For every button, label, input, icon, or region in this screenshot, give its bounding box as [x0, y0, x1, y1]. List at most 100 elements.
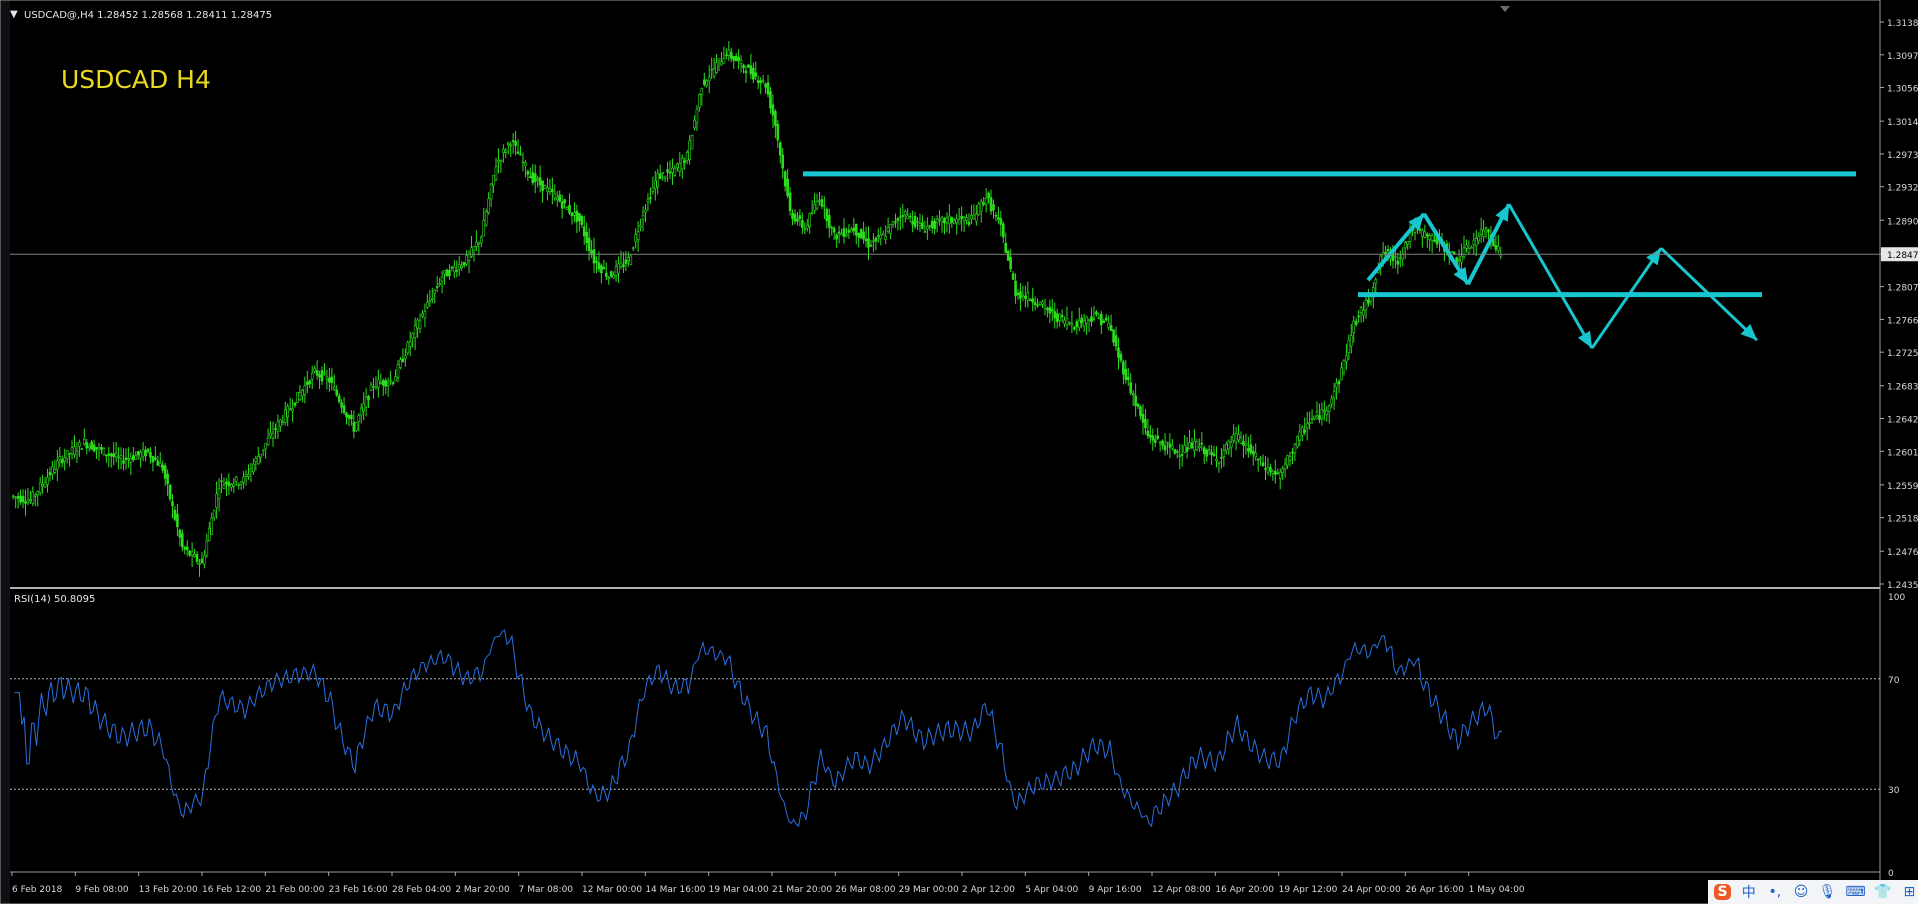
- candle[interactable]: [911, 210, 914, 233]
- rsi-panel[interactable]: 100 70 30 0: [10, 593, 1905, 879]
- candle[interactable]: [1001, 221, 1005, 243]
- candle[interactable]: [1310, 409, 1314, 425]
- candle[interactable]: [1401, 247, 1405, 267]
- candle[interactable]: [786, 169, 789, 199]
- candle[interactable]: [1462, 235, 1466, 260]
- candle[interactable]: [421, 310, 424, 318]
- candle[interactable]: [247, 464, 250, 480]
- candle[interactable]: [989, 189, 993, 215]
- candle[interactable]: [330, 368, 334, 391]
- candle[interactable]: [482, 208, 486, 237]
- candle[interactable]: [1460, 243, 1463, 273]
- candle[interactable]: [840, 228, 843, 236]
- candle[interactable]: [629, 253, 633, 265]
- candle[interactable]: [565, 205, 569, 210]
- candle[interactable]: [1205, 448, 1208, 462]
- candle[interactable]: [830, 225, 834, 236]
- candle[interactable]: [374, 376, 378, 390]
- candle[interactable]: [1122, 359, 1125, 385]
- candle[interactable]: [249, 462, 253, 483]
- candle[interactable]: [759, 77, 762, 95]
- candle[interactable]: [631, 246, 635, 252]
- candle[interactable]: [1153, 434, 1157, 448]
- candle[interactable]: [646, 193, 650, 211]
- candle[interactable]: [134, 451, 138, 460]
- candle[interactable]: [122, 448, 125, 471]
- candle[interactable]: [369, 381, 373, 392]
- candle[interactable]: [854, 223, 858, 245]
- candle[interactable]: [732, 55, 736, 69]
- candle[interactable]: [171, 494, 174, 519]
- candle[interactable]: [1349, 323, 1353, 354]
- candle[interactable]: [609, 270, 613, 279]
- candle[interactable]: [791, 209, 794, 226]
- candle[interactable]: [242, 471, 245, 489]
- candle[interactable]: [220, 473, 223, 493]
- candle[interactable]: [658, 164, 662, 180]
- candle[interactable]: [1063, 316, 1066, 328]
- candle[interactable]: [1102, 318, 1106, 324]
- candle[interactable]: [823, 196, 826, 220]
- candle[interactable]: [1058, 313, 1061, 327]
- candle[interactable]: [563, 198, 566, 209]
- sogou-logo-icon[interactable]: S: [1714, 884, 1732, 900]
- candle[interactable]: [960, 206, 963, 232]
- candle[interactable]: [955, 213, 959, 235]
- candle[interactable]: [1303, 417, 1307, 436]
- candle[interactable]: [1166, 441, 1169, 455]
- candle[interactable]: [734, 52, 738, 62]
- candle[interactable]: [426, 293, 429, 309]
- candle[interactable]: [1060, 309, 1064, 323]
- candle[interactable]: [1028, 298, 1032, 302]
- candle[interactable]: [1227, 439, 1231, 456]
- candle[interactable]: [288, 397, 292, 411]
- candle[interactable]: [1092, 305, 1096, 322]
- candle[interactable]: [283, 401, 287, 426]
- candle[interactable]: [1283, 458, 1287, 478]
- candle[interactable]: [423, 303, 427, 328]
- candle[interactable]: [957, 207, 961, 225]
- candle[interactable]: [570, 212, 574, 225]
- candle[interactable]: [1450, 250, 1454, 253]
- candle[interactable]: [999, 210, 1003, 237]
- candle[interactable]: [318, 370, 321, 390]
- candle[interactable]: [254, 455, 258, 471]
- candle[interactable]: [1394, 249, 1397, 269]
- candle[interactable]: [739, 55, 743, 73]
- candle[interactable]: [906, 208, 910, 220]
- candle[interactable]: [979, 198, 983, 223]
- candle[interactable]: [519, 145, 522, 156]
- candle[interactable]: [1247, 436, 1250, 458]
- candle[interactable]: [994, 212, 998, 222]
- candle[interactable]: [1077, 307, 1081, 332]
- candle[interactable]: [266, 428, 270, 446]
- candle[interactable]: [1266, 457, 1270, 476]
- candle[interactable]: [399, 356, 402, 370]
- candle[interactable]: [604, 262, 608, 281]
- candle[interactable]: [435, 276, 439, 293]
- candle[interactable]: [881, 230, 885, 236]
- candle[interactable]: [492, 174, 495, 193]
- candle[interactable]: [430, 287, 434, 304]
- candle[interactable]: [1068, 321, 1071, 326]
- candle[interactable]: [585, 222, 588, 252]
- candle[interactable]: [1090, 307, 1093, 327]
- candle[interactable]: [1073, 325, 1076, 331]
- candle[interactable]: [1033, 296, 1037, 311]
- candle[interactable]: [203, 549, 206, 569]
- candle[interactable]: [764, 82, 767, 94]
- candle[interactable]: [274, 423, 277, 440]
- candle[interactable]: [614, 260, 618, 282]
- candle[interactable]: [1229, 435, 1233, 458]
- candle[interactable]: [940, 216, 944, 233]
- candle[interactable]: [494, 157, 498, 182]
- candle[interactable]: [1212, 445, 1216, 457]
- candle[interactable]: [514, 131, 517, 156]
- candle[interactable]: [48, 466, 52, 482]
- candle[interactable]: [195, 551, 199, 565]
- candle[interactable]: [1198, 438, 1201, 453]
- candle[interactable]: [1406, 241, 1409, 250]
- candle[interactable]: [1026, 281, 1030, 308]
- candle[interactable]: [820, 195, 824, 210]
- candle[interactable]: [644, 204, 647, 223]
